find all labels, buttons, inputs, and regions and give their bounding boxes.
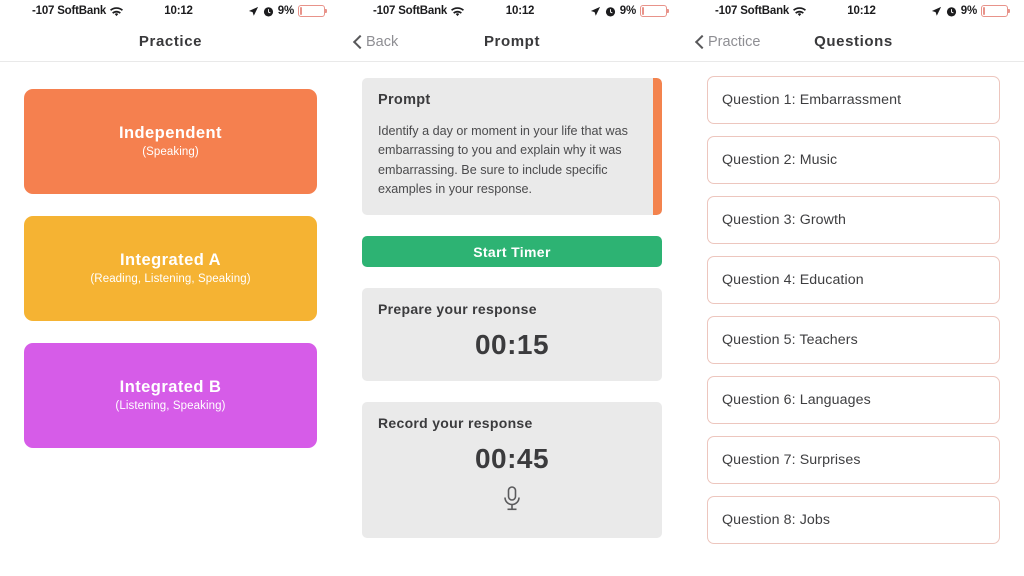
screen-prompt: -107 SoftBank 10:12 9% Back Prompt Promp…	[341, 0, 683, 576]
location-arrow-icon	[590, 6, 601, 17]
alarm-clock-icon	[263, 6, 274, 17]
status-bar-center: 10:12	[847, 5, 876, 17]
prompt-content: Prompt Identify a day or moment in your …	[341, 62, 683, 539]
practice-integrated-a-button[interactable]: Integrated A (Reading, Listening, Speaki…	[24, 216, 317, 321]
prompt-heading: Prompt	[378, 92, 431, 108]
status-bar-prompt: -107 SoftBank 10:12 9%	[341, 0, 683, 22]
status-bar-left: -107 SoftBank	[10, 5, 164, 17]
start-timer-button[interactable]: Start Timer	[362, 236, 662, 268]
status-bar-center: 10:12	[505, 5, 535, 17]
screen-practice: -107 SoftBank 10:12 9% Practice Independ…	[0, 0, 341, 576]
record-mic-wrap	[378, 485, 646, 518]
question-item-1[interactable]: Question 1: Embarrassment	[707, 76, 1000, 124]
practice-independent-subtitle: (Speaking)	[142, 145, 199, 158]
practice-independent-button[interactable]: Independent (Speaking)	[24, 89, 317, 194]
status-bar-right: 9%	[876, 5, 1014, 17]
question-item-5[interactable]: Question 5: Teachers	[707, 316, 1000, 364]
back-button-practice[interactable]: Practice	[695, 34, 760, 50]
carrier-label: -107 SoftBank	[373, 5, 448, 17]
clock-label: 10:12	[164, 5, 193, 17]
location-arrow-icon	[248, 6, 259, 17]
prepare-timer-value: 00:15	[474, 329, 550, 361]
battery-icon	[298, 5, 328, 17]
prompt-scrollbar[interactable]	[653, 78, 662, 216]
practice-integrated-b-button[interactable]: Integrated B (Listening, Speaking)	[24, 343, 317, 448]
question-label: Question 1: Embarrassment	[722, 92, 902, 108]
questions-list: Question 1: Embarrassment Question 2: Mu…	[683, 62, 1024, 544]
question-label: Question 8: Jobs	[722, 512, 831, 528]
question-label: Question 7: Surprises	[722, 452, 861, 468]
alarm-clock-icon	[946, 6, 957, 17]
prompt-text: Identify a day or moment in your life th…	[378, 124, 628, 196]
question-item-4[interactable]: Question 4: Education	[707, 256, 1000, 304]
back-button-label: Back	[366, 33, 399, 50]
practice-button-list: Independent (Speaking) Integrated A (Rea…	[0, 62, 341, 448]
record-timer-card: Record your response 00:45	[362, 402, 662, 539]
question-item-3[interactable]: Question 3: Growth	[707, 196, 1000, 244]
clock-label: 10:12	[847, 5, 876, 17]
practice-integrated-b-title: Integrated B	[119, 377, 222, 396]
back-button-label: Practice	[708, 33, 761, 50]
status-bar-questions: -107 SoftBank 10:12 9%	[683, 0, 1024, 22]
question-item-6[interactable]: Question 6: Languages	[707, 376, 1000, 424]
wifi-icon	[451, 6, 465, 18]
screen-questions: -107 SoftBank 10:12 9% Practice Question…	[683, 0, 1024, 576]
question-label: Question 2: Music	[722, 152, 838, 168]
battery-icon	[981, 5, 1011, 17]
status-bar-right: 9%	[534, 5, 673, 17]
question-label: Question 6: Languages	[722, 392, 871, 408]
alarm-clock-icon	[605, 6, 616, 17]
status-bar-right: 9%	[193, 5, 331, 17]
prepare-timer-label: Prepare your response	[378, 301, 537, 318]
battery-percent-label: 9%	[277, 5, 295, 17]
wifi-icon	[793, 6, 807, 18]
three-phone-screens: -107 SoftBank 10:12 9% Practice Independ…	[0, 0, 1024, 576]
chevron-left-icon	[353, 34, 362, 49]
record-timer-value: 00:45	[474, 443, 550, 475]
back-button[interactable]: Back	[353, 34, 398, 50]
question-item-2[interactable]: Question 2: Music	[707, 136, 1000, 184]
carrier-label: -107 SoftBank	[32, 5, 107, 17]
carrier-label: -107 SoftBank	[715, 5, 790, 17]
wifi-icon	[110, 6, 124, 18]
prepare-timer-card: Prepare your response 00:15	[362, 288, 662, 382]
clock-label: 10:12	[505, 5, 535, 17]
status-bar-left: -107 SoftBank	[693, 5, 847, 17]
status-bar-center: 10:12	[164, 5, 193, 17]
start-timer-label: Start Timer	[473, 243, 551, 260]
question-item-8[interactable]: Question 8: Jobs	[707, 496, 1000, 544]
practice-integrated-a-subtitle: (Reading, Listening, Speaking)	[90, 272, 251, 285]
page-title-practice: Practice	[138, 33, 203, 50]
question-label: Question 4: Education	[722, 272, 864, 288]
question-item-7[interactable]: Question 7: Surprises	[707, 436, 1000, 484]
chevron-left-icon	[695, 34, 704, 49]
navbar-prompt: Back Prompt	[341, 22, 683, 62]
battery-icon	[640, 5, 670, 17]
practice-integrated-b-subtitle: (Listening, Speaking)	[115, 399, 226, 412]
question-label: Question 5: Teachers	[722, 332, 858, 348]
record-timer-label: Record your response	[378, 415, 533, 432]
battery-percent-label: 9%	[960, 5, 978, 17]
question-label: Question 3: Growth	[722, 212, 847, 228]
location-arrow-icon	[931, 6, 942, 17]
navbar-practice: Practice	[0, 22, 341, 62]
battery-percent-label: 9%	[619, 5, 637, 17]
practice-independent-title: Independent	[118, 123, 223, 142]
microphone-icon[interactable]	[501, 485, 523, 518]
navbar-questions: Practice Questions	[683, 22, 1024, 62]
prompt-card: Prompt Identify a day or moment in your …	[362, 78, 662, 216]
practice-integrated-a-title: Integrated A	[119, 250, 222, 269]
status-bar-practice: -107 SoftBank 10:12 9%	[0, 0, 341, 22]
status-bar-left: -107 SoftBank	[351, 5, 506, 17]
